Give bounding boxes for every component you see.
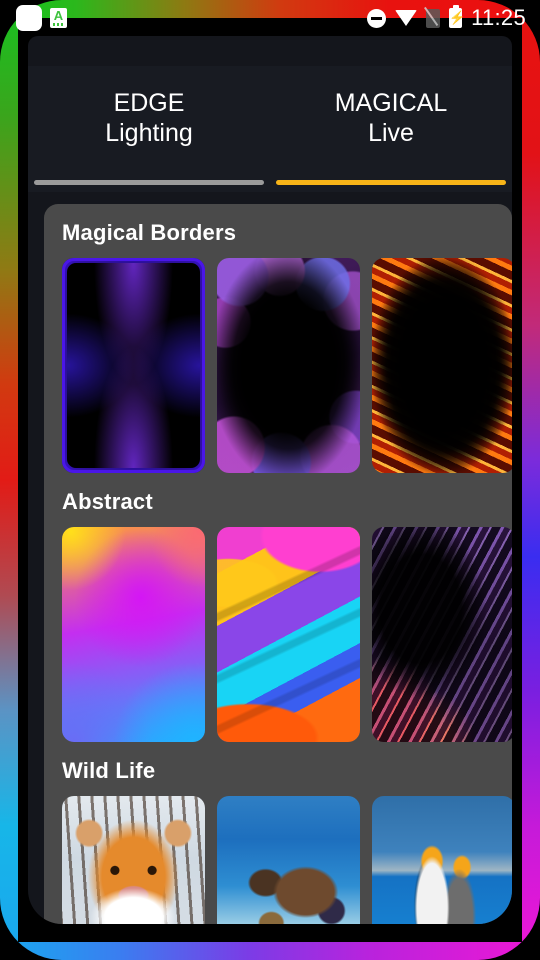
status-bar-right-icons: 11:25	[367, 5, 540, 31]
thumb-penguins[interactable]	[372, 796, 512, 924]
section-title-magical-borders: Magical Borders	[62, 220, 237, 245]
section-title-abstract: Abstract	[62, 489, 153, 514]
battery-charging-icon	[449, 5, 463, 28]
section-abstract: Abstract	[44, 473, 512, 742]
section-title-wild-life: Wild Life	[62, 758, 156, 783]
clock: 11:25	[471, 5, 526, 30]
wifi-icon	[395, 10, 418, 26]
thumb-row-wild-life	[62, 796, 512, 924]
thumb-tiger[interactable]	[62, 796, 205, 924]
notification-blank-icon	[16, 5, 42, 31]
thumb-purple-marble[interactable]	[372, 527, 512, 742]
tab-edge-lighting[interactable]: EDGE Lighting	[28, 66, 270, 192]
tab-magical-live[interactable]: MAGICAL Live	[270, 66, 512, 192]
tab-edge-lighting-underline	[34, 180, 264, 185]
thumb-row-abstract	[62, 527, 512, 742]
tab-magical-live-line2: Live	[368, 119, 414, 147]
status-bar-left-icons: A	[0, 5, 67, 31]
sim-off-icon	[426, 8, 441, 28]
tab-bar: EDGE Lighting MAGICAL Live	[28, 66, 512, 192]
app-a-notification-icon: A	[50, 8, 67, 28]
tab-edge-lighting-line1: EDGE	[113, 89, 185, 117]
tab-magical-live-underline	[276, 180, 506, 185]
thumb-row-magical-borders	[62, 258, 512, 473]
thumb-turtle[interactable]	[217, 796, 360, 924]
thumb-color-waves[interactable]	[217, 527, 360, 742]
thumb-gradient-mesh[interactable]	[62, 527, 205, 742]
app-screen: EDGE Lighting MAGICAL Live Magical Borde…	[28, 36, 512, 924]
thumb-fire-border[interactable]	[372, 258, 512, 473]
section-wild-life: Wild Life	[44, 742, 512, 924]
thumb-neon-blue-border[interactable]	[62, 258, 205, 473]
tab-magical-live-line1: MAGICAL	[334, 89, 448, 117]
section-magical-borders: Magical Borders	[44, 204, 512, 473]
tab-edge-lighting-line2: Lighting	[105, 119, 193, 147]
do-not-disturb-icon	[367, 8, 387, 28]
wallpaper-category-list[interactable]: Magical Borders Abstract Wild Life	[44, 204, 512, 924]
thumb-purple-bokeh-border[interactable]	[217, 258, 360, 473]
status-bar: A 11:25	[0, 0, 540, 36]
